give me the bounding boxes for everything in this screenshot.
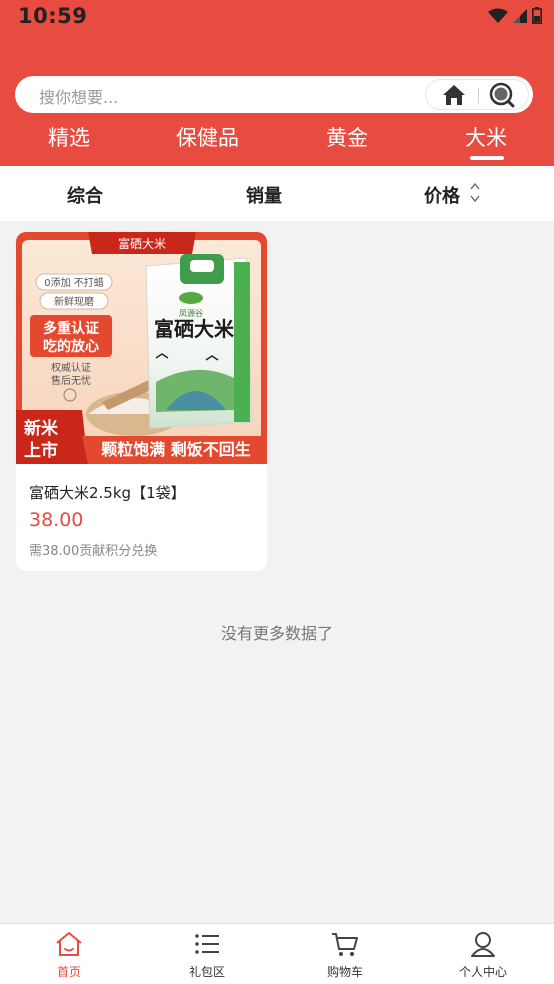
- list-icon: [195, 934, 219, 954]
- image-after-sale-1: 权威认证: [51, 361, 91, 374]
- image-corner-line-2: 上市: [24, 440, 58, 461]
- sort-sales[interactable]: 销量: [246, 182, 282, 208]
- wifi-icon: [488, 8, 508, 23]
- image-bag-title: 富硒大米: [154, 317, 235, 341]
- tab-jingxuan[interactable]: 精选: [48, 122, 90, 152]
- product-price: 38.00: [29, 509, 84, 531]
- status-bar: 10:59: [0, 0, 554, 34]
- tab-gift-packs-label: 礼包区: [188, 965, 225, 979]
- tab-home[interactable]: 首页: [0, 924, 138, 984]
- image-after-sale-2: 售后无忧: [51, 374, 91, 387]
- tab-dami[interactable]: 大米: [465, 122, 507, 152]
- signal-icon: [513, 8, 527, 23]
- product-image: 富硒大米 0添加 不打蜡 新鲜现磨 多重认证 吃的放心 权威认证 售后无忧 凤源…: [16, 232, 267, 464]
- sort-arrows-icon[interactable]: [470, 182, 480, 204]
- status-time: 10:59: [18, 4, 88, 28]
- product-card[interactable]: 富硒大米 0添加 不打蜡 新鲜现磨 多重认证 吃的放心 权威认证 售后无忧 凤源…: [16, 232, 267, 571]
- user-icon: [471, 932, 495, 957]
- app-header: 10:59 搜你想要... 精选 保健品 黄金 大米: [0, 0, 554, 166]
- sort-price[interactable]: 价格: [424, 182, 460, 208]
- home-icon: [56, 932, 82, 956]
- image-banner-text: 富硒大米: [118, 236, 166, 251]
- cart-icon: [332, 933, 358, 956]
- image-cert-line-2: 吃的放心: [43, 338, 99, 355]
- tab-profile-label: 个人中心: [458, 965, 507, 979]
- search-icon[interactable]: [488, 82, 516, 108]
- product-points-note: 需38.00贡献积分兑换: [29, 544, 158, 559]
- status-icons: [488, 7, 542, 24]
- sort-comprehensive[interactable]: 综合: [67, 182, 103, 208]
- bottom-tab-bar: 首页 礼包区 购物车 个人中心: [0, 923, 554, 984]
- tab-profile[interactable]: 个人中心: [414, 924, 552, 984]
- image-tag-1: 0添加 不打蜡: [44, 276, 104, 289]
- image-cert-line-1: 多重认证: [43, 320, 99, 337]
- image-slogan: 颗粒饱满 剩饭不回生: [101, 440, 251, 459]
- active-tab-indicator: [470, 156, 504, 160]
- home-icon[interactable]: [441, 83, 467, 107]
- search-input[interactable]: 搜你想要...: [39, 84, 118, 108]
- search-actions: [425, 79, 529, 110]
- search-bar[interactable]: 搜你想要...: [15, 76, 533, 113]
- divider: [478, 88, 479, 103]
- image-tag-2: 新鲜现磨: [54, 295, 94, 308]
- tab-huangjin[interactable]: 黄金: [326, 122, 368, 152]
- tab-baojianpin[interactable]: 保健品: [176, 122, 239, 152]
- product-name: 富硒大米2.5kg【1袋】: [29, 484, 186, 502]
- tab-home-label: 首页: [56, 965, 81, 979]
- no-more-data-text: 没有更多数据了: [220, 624, 333, 643]
- battery-icon: [532, 7, 542, 24]
- tab-gift-packs[interactable]: 礼包区: [138, 924, 276, 984]
- tab-cart-label: 购物车: [326, 965, 363, 979]
- image-corner-line-1: 新米: [24, 418, 59, 439]
- tab-cart[interactable]: 购物车: [276, 924, 414, 984]
